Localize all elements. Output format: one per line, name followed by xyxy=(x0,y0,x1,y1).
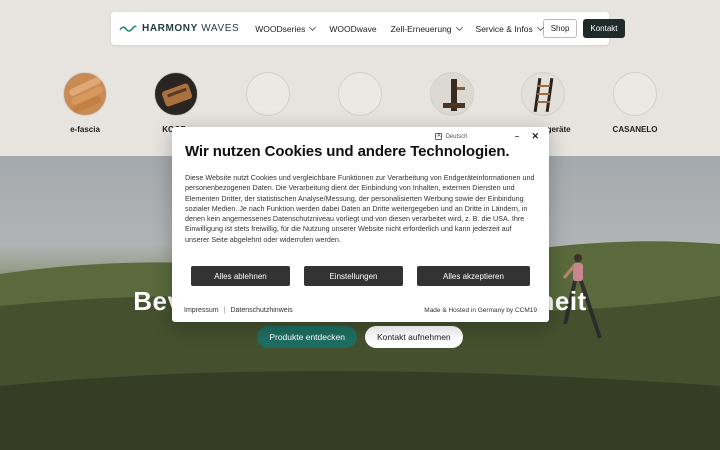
kontakt-aufnehmen-button[interactable]: Kontakt aufnehmen xyxy=(364,326,463,348)
hero-buttons: Produkte entdecken Kontakt aufnehmen xyxy=(0,326,720,348)
nav-actions: Shop Kontakt xyxy=(542,19,625,38)
category-geraete[interactable]: xxxxxxxgeräte xyxy=(503,72,583,134)
minimize-icon[interactable] xyxy=(515,136,520,137)
category-casanelo[interactable]: CASANELO xyxy=(595,72,675,134)
logo[interactable]: HARMONY WAVES xyxy=(119,23,239,34)
language-label: Deutsch xyxy=(445,133,468,140)
logo-text: HARMONY WAVES xyxy=(142,23,240,34)
nav-item-woodwave[interactable]: WOODwave xyxy=(329,24,376,34)
category-image xyxy=(154,72,198,116)
category-image xyxy=(63,72,107,116)
cookie-dialog-controls: A Deutsch ✕ xyxy=(435,131,539,142)
category-koof[interactable]: KOOFx xyxy=(136,72,216,134)
category-image xyxy=(246,72,290,116)
nav-item-service-infos[interactable]: Service & Infos xyxy=(475,23,544,34)
nav-item-woodseries[interactable]: WOODseries xyxy=(255,23,317,34)
nav-item-label: Service & Infos xyxy=(475,23,533,34)
category-item-4[interactable] xyxy=(320,72,400,125)
cookie-title: Wir nutzen Cookies und andere Technologi… xyxy=(185,143,510,160)
category-image xyxy=(521,72,565,116)
main-nav: HARMONY WAVES WOODseries WOODwave Zell-E… xyxy=(111,12,625,45)
nav-item-zell-erneuerung[interactable]: Zell-Erneuerung xyxy=(390,23,463,34)
language-icon: A xyxy=(435,133,443,140)
nav-item-label: WOODseries xyxy=(255,23,306,34)
kontakt-button[interactable]: Kontakt xyxy=(583,19,625,38)
category-item-5[interactable] xyxy=(412,72,492,125)
wave-logo-icon xyxy=(119,25,137,32)
nav-item-label: WOODwave xyxy=(329,23,377,34)
close-icon[interactable]: ✕ xyxy=(531,131,539,142)
cookie-footer: Impressum | Datenschutzhinweis Made & Ho… xyxy=(184,307,537,314)
nav-items: WOODseries WOODwave Zell-Erneuerung Serv… xyxy=(255,23,544,34)
language-selector[interactable]: A Deutsch xyxy=(435,133,467,140)
category-item-3[interactable] xyxy=(228,72,308,125)
hosted-by-text: Made & Hosted in Germany by CCM19 xyxy=(424,307,537,314)
cookie-buttons: Alles ablehnen Einstellungen Alles akzep… xyxy=(191,266,530,286)
cookie-body: Diese Website nutzt Cookies und vergleic… xyxy=(185,173,535,244)
category-image xyxy=(613,72,657,116)
accept-all-button[interactable]: Alles akzeptieren xyxy=(417,266,530,286)
category-label: e-fascia xyxy=(70,125,100,134)
chevron-down-icon xyxy=(455,23,463,31)
produkte-entdecken-button[interactable]: Produkte entdecken xyxy=(257,326,357,348)
settings-button[interactable]: Einstellungen xyxy=(304,266,403,286)
chevron-down-icon xyxy=(309,23,317,31)
datenschutz-link[interactable]: Datenschutzhinweis xyxy=(230,307,292,314)
category-e-fascia[interactable]: e-fascia xyxy=(45,72,125,134)
shop-button[interactable]: Shop xyxy=(542,19,578,38)
category-image xyxy=(430,72,474,116)
cookie-consent-dialog: A Deutsch ✕ Wir nutzen Cookies und ander… xyxy=(172,127,549,322)
nav-item-label: Zell-Erneuerung xyxy=(390,23,452,34)
category-image xyxy=(338,72,382,116)
reject-all-button[interactable]: Alles ablehnen xyxy=(191,266,290,286)
impressum-link[interactable]: Impressum xyxy=(184,307,219,314)
footer-divider: | xyxy=(223,307,226,314)
category-label: CASANELO xyxy=(612,125,658,134)
